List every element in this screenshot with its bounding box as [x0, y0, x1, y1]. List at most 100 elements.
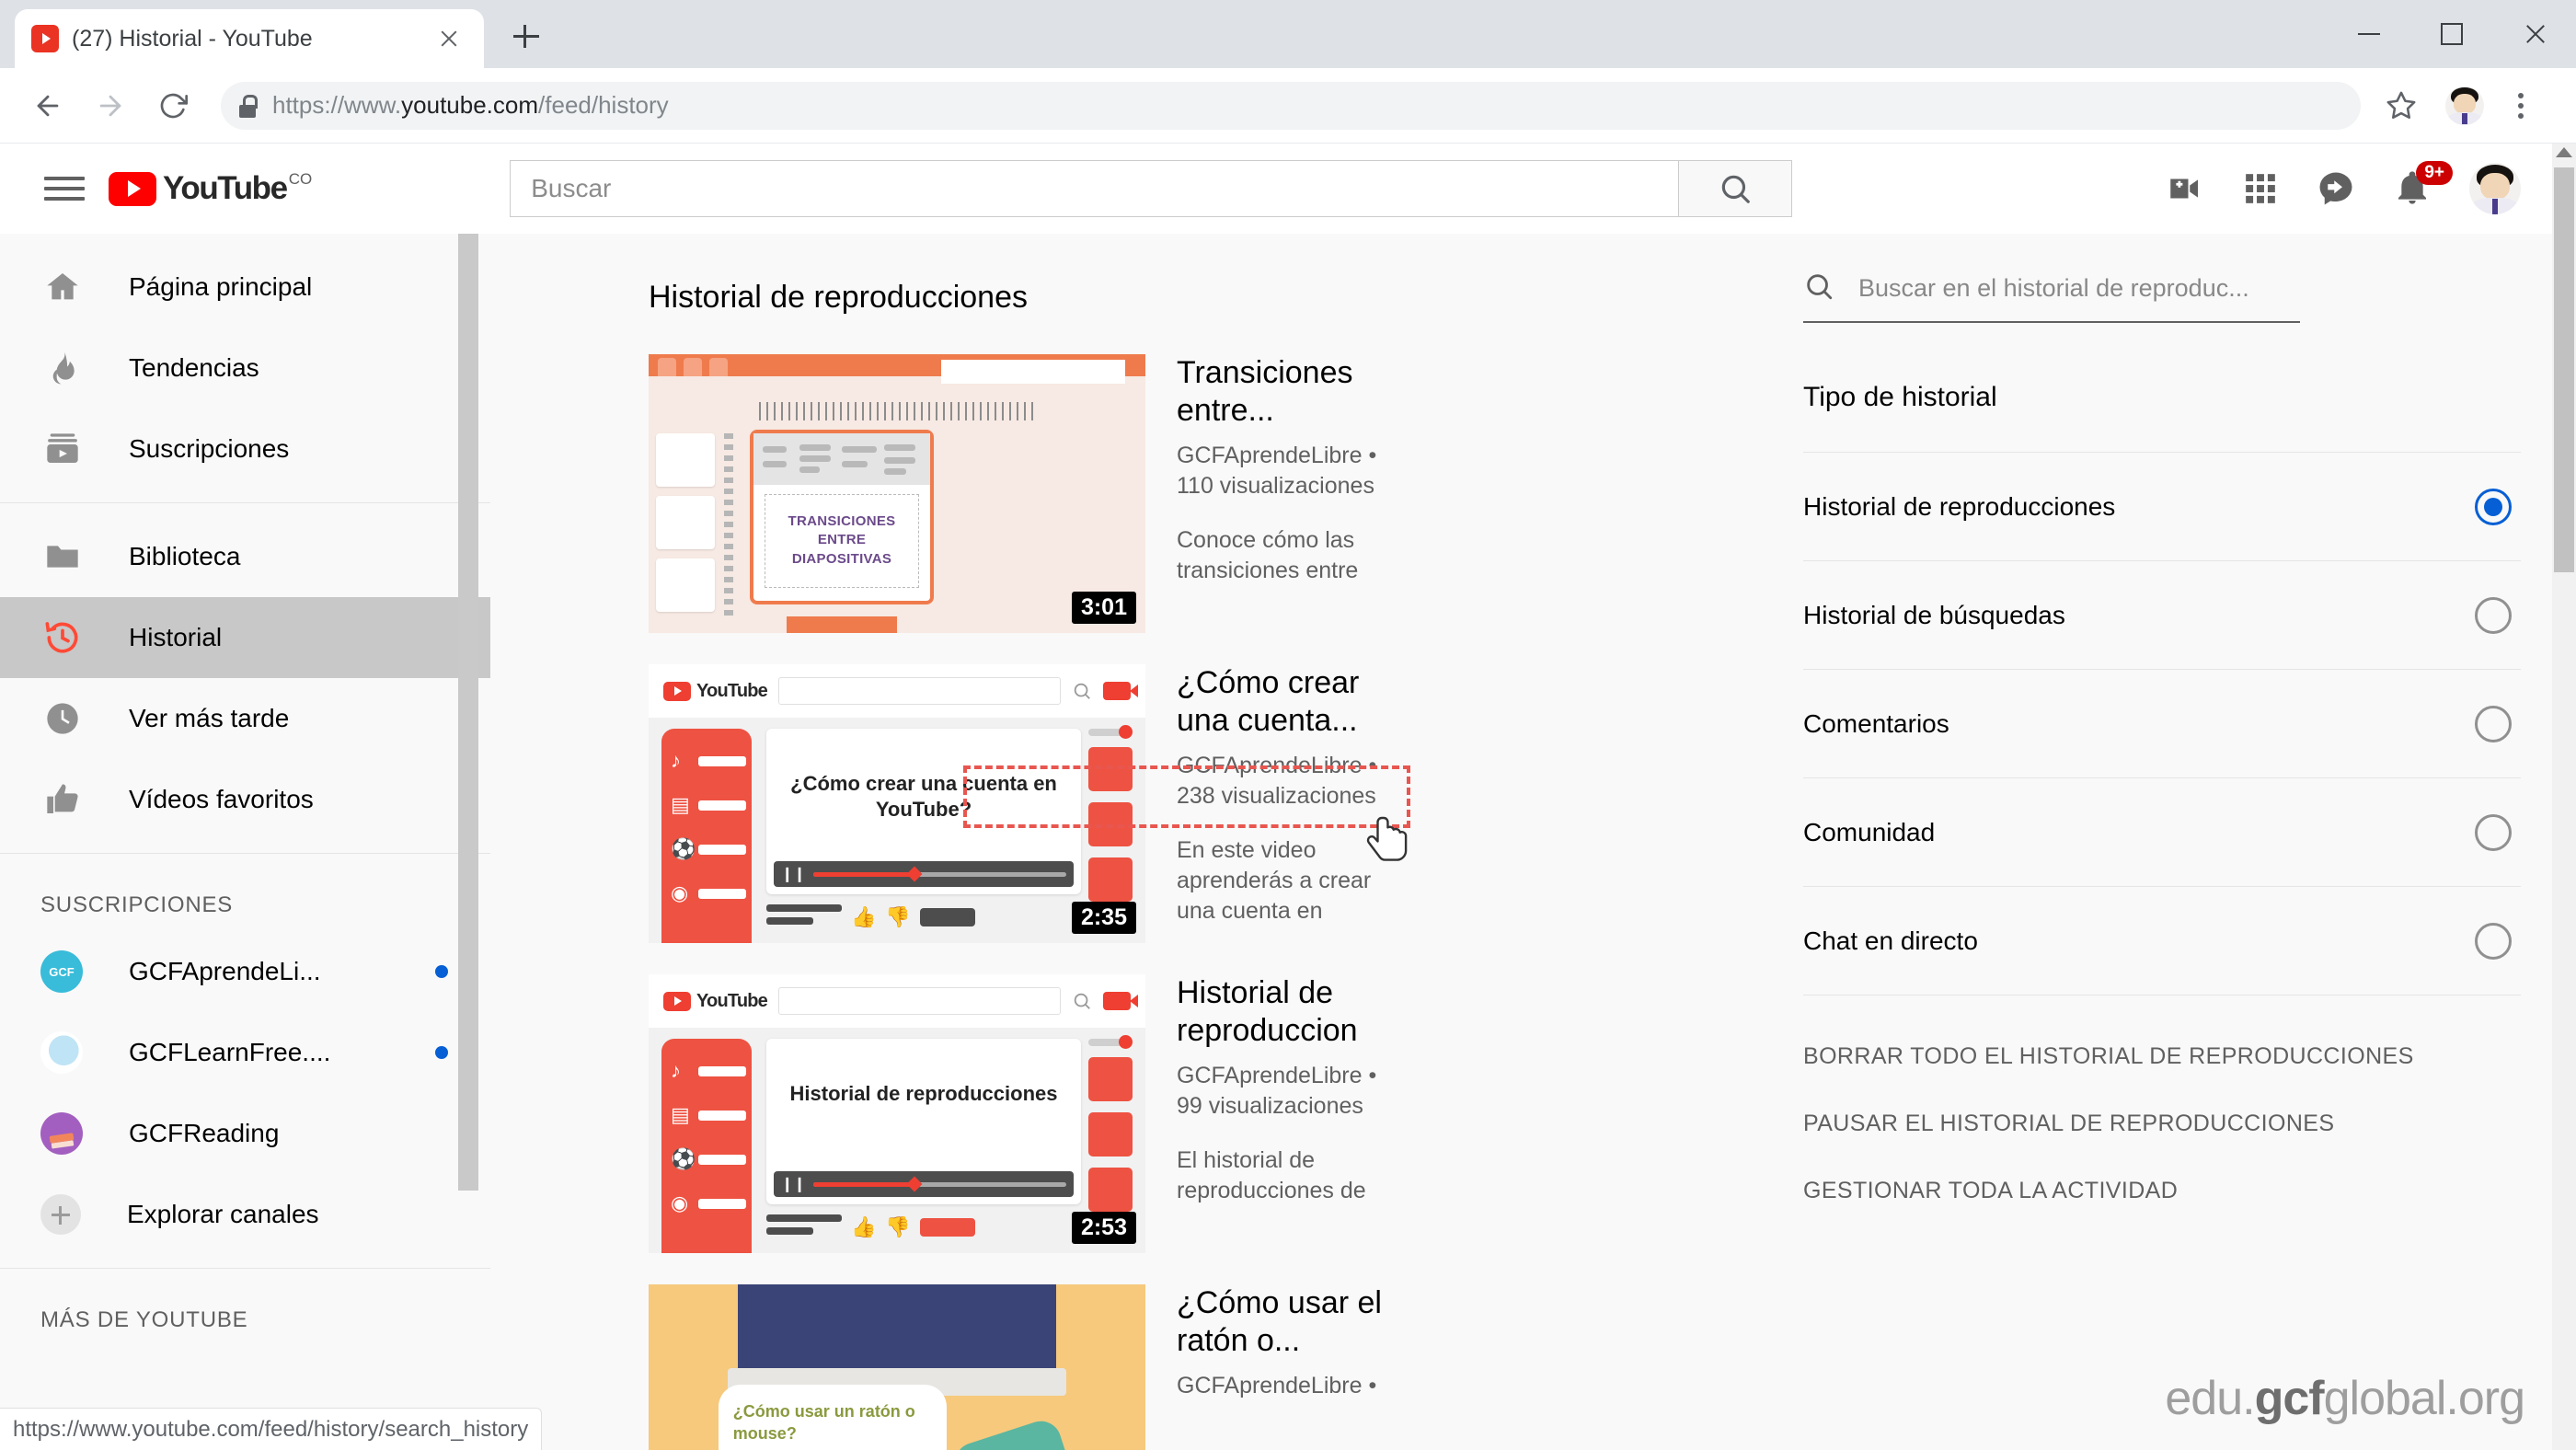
address-bar[interactable]: https://www.youtube.com/feed/history: [221, 81, 2361, 130]
video-title[interactable]: ¿Cómo crear una cuenta...: [1177, 664, 1403, 740]
video-thumbnail[interactable]: ¿Cómo usar un ratón o mouse?: [649, 1284, 1145, 1450]
pause-watch-history-button[interactable]: PAUSAR EL HISTORIAL DE REPRODUCCIONES: [1803, 1111, 2521, 1137]
manage-all-activity-button[interactable]: GESTIONAR TODA LA ACTIVIDAD: [1803, 1178, 2521, 1204]
search-input[interactable]: [510, 160, 1679, 217]
sidebar-subscription-gcfaprendelibre[interactable]: GCF GCFAprendeLi...: [0, 931, 490, 1012]
sidebar-scrollbar-thumb[interactable]: [458, 234, 478, 1191]
video-thumbnail[interactable]: YouTube ♪ ▤ ⚽ ◉: [649, 664, 1145, 943]
sidebar-browse-channels[interactable]: Explorar canales: [0, 1174, 490, 1255]
minimize-button[interactable]: [2328, 0, 2410, 68]
sidebar-item-library[interactable]: Biblioteca: [0, 516, 490, 597]
notifications-bell-icon[interactable]: 9+: [2394, 161, 2453, 207]
filter-option-watch-history[interactable]: Historial de reproducciones: [1803, 452, 2521, 560]
video-title[interactable]: Transiciones entre...: [1177, 354, 1403, 430]
thumbnail-caption: TRANSICIONES ENTRE DIAPOSITIVAS: [788, 513, 896, 567]
radio-button-selected[interactable]: [2475, 488, 2512, 525]
watch-later-clock-icon: [40, 700, 85, 737]
radio-button[interactable]: [2475, 705, 2512, 742]
gcf-learnfree-avatar: [40, 1031, 83, 1074]
video-title[interactable]: Historial de reproduccion: [1177, 974, 1403, 1050]
video-thumbnail[interactable]: YouTube ♪ ▤ ⚽ ◉: [649, 974, 1145, 1253]
sidebar-item-watch-later[interactable]: Ver más tarde: [0, 678, 490, 759]
notification-badge: 9+: [2416, 161, 2453, 185]
history-video-item[interactable]: YouTube ♪ ▤ ⚽ ◉: [649, 664, 1748, 943]
sidebar-more-section: MÁS DE YOUTUBE: [0, 1269, 490, 1359]
youtube-account-avatar[interactable]: [2469, 163, 2521, 214]
browser-profile-avatar[interactable]: [2445, 86, 2484, 125]
history-video-item[interactable]: YouTube ♪ ▤ ⚽ ◉: [649, 974, 1748, 1253]
history-search-field[interactable]: [1803, 270, 2300, 323]
filter-option-community[interactable]: Comunidad: [1803, 777, 2521, 886]
tab-strip: (27) Historial - YouTube: [0, 0, 2576, 68]
radio-button[interactable]: [2475, 596, 2512, 634]
page-scrollbar-thumb[interactable]: [2554, 167, 2574, 572]
close-tab-icon[interactable]: [431, 20, 467, 57]
maximize-button[interactable]: [2410, 0, 2493, 68]
forward-icon[interactable]: [83, 78, 138, 133]
history-search-input[interactable]: [1858, 274, 2300, 303]
video-channel[interactable]: GCFAprendeLibre •: [1177, 1371, 1403, 1401]
clear-all-watch-history-button[interactable]: BORRAR TODO EL HISTORIAL DE REPRODUCCION…: [1803, 1043, 2521, 1070]
sidebar-subscription-gcfreading[interactable]: GCFReading: [0, 1093, 490, 1174]
sidebar-subscription-gcflearnfree[interactable]: GCFLearnFree....: [0, 1012, 490, 1093]
video-duration: 2:35: [1071, 902, 1136, 934]
sidebar-item-liked-videos[interactable]: Vídeos favoritos: [0, 759, 490, 840]
sidebar-item-subscriptions[interactable]: Suscripciones: [0, 409, 490, 489]
filter-option-search-history[interactable]: Historial de búsquedas: [1803, 560, 2521, 669]
unread-dot: [435, 1046, 448, 1059]
youtube-logo[interactable]: YouTube CO: [109, 169, 313, 206]
back-icon[interactable]: [20, 78, 75, 133]
sidebar-item-history[interactable]: Historial: [0, 597, 490, 678]
sidebar-item-trending[interactable]: Tendencias: [0, 328, 490, 409]
radio-button[interactable]: [2475, 813, 2512, 851]
video-channel[interactable]: GCFAprendeLibre •: [1177, 751, 1403, 781]
scroll-up-arrow-icon[interactable]: [2556, 147, 2572, 157]
search-button[interactable]: [1678, 160, 1793, 217]
video-channel[interactable]: GCFAprendeLibre •: [1177, 441, 1403, 471]
bookmark-star-icon[interactable]: [2374, 78, 2429, 133]
youtube-country-code: CO: [288, 169, 313, 188]
video-description: En este video aprenderás a crear una cue…: [1177, 836, 1372, 924]
sidebar-item-label: Ver más tarde: [129, 704, 290, 732]
sidebar-item-home[interactable]: Página principal: [0, 247, 490, 328]
youtube-favicon-icon: [31, 25, 59, 52]
video-title[interactable]: ¿Cómo usar el ratón o...: [1177, 1284, 1403, 1360]
subscriptions-icon: [40, 431, 85, 467]
main-content: Historial de reproducciones TRANSICIONES…: [490, 234, 1748, 1450]
video-channel[interactable]: GCFAprendeLibre •: [1177, 1061, 1403, 1091]
filter-option-label: Comentarios: [1803, 708, 1949, 738]
history-filter-panel: Tipo de historial Historial de reproducc…: [1748, 234, 2576, 1450]
new-tab-button[interactable]: [500, 11, 552, 63]
browser-menu-icon[interactable]: [2493, 78, 2548, 133]
url-domain: youtube.com: [401, 91, 539, 119]
library-folder-icon: [40, 538, 85, 575]
video-thumbnail[interactable]: TRANSICIONES ENTRE DIAPOSITIVAS 3:01: [649, 354, 1145, 633]
youtube-page: YouTube CO Buscar 9+ Página principal Te…: [0, 144, 2576, 1450]
masthead-buttons: 9+: [2166, 161, 2548, 214]
video-duration: 3:01: [1071, 592, 1136, 624]
video-duration: 2:53: [1071, 1212, 1136, 1244]
filter-option-comments[interactable]: Comentarios: [1803, 669, 2521, 777]
window-controls: [2328, 0, 2576, 68]
thumbnail-caption: ¿Cómo crear una cuenta en YouTube?: [790, 772, 1057, 822]
tab-title: (27) Historial - YouTube: [72, 25, 313, 52]
close-window-button[interactable]: [2493, 0, 2576, 68]
share-bubble-icon[interactable]: [2317, 169, 2355, 208]
hamburger-icon[interactable]: [44, 170, 85, 207]
filter-option-live-chat[interactable]: Chat en directo: [1803, 886, 2521, 995]
page-title: Historial de reproducciones: [649, 280, 1028, 315]
home-icon: [40, 269, 85, 305]
reload-icon[interactable]: [145, 78, 201, 133]
sidebar-item-label: Vídeos favoritos: [129, 785, 314, 813]
history-video-item[interactable]: ¿Cómo usar un ratón o mouse? ¿Cómo usar …: [649, 1284, 1748, 1450]
thumbnail-caption: Historial de reproducciones: [789, 1082, 1058, 1105]
history-video-item[interactable]: TRANSICIONES ENTRE DIAPOSITIVAS 3:01 Tra…: [649, 354, 1748, 633]
filter-option-label: Historial de reproducciones: [1803, 491, 2116, 521]
url-scheme: https://www.: [272, 91, 402, 119]
create-video-icon[interactable]: [2166, 169, 2204, 208]
radio-button[interactable]: [2475, 922, 2512, 960]
sidebar-item-label: Suscripciones: [129, 434, 290, 463]
page-body: Página principal Tendencias Suscripcione…: [0, 234, 2576, 1450]
browser-tab[interactable]: (27) Historial - YouTube: [15, 9, 484, 68]
apps-grid-icon[interactable]: [2243, 171, 2278, 206]
